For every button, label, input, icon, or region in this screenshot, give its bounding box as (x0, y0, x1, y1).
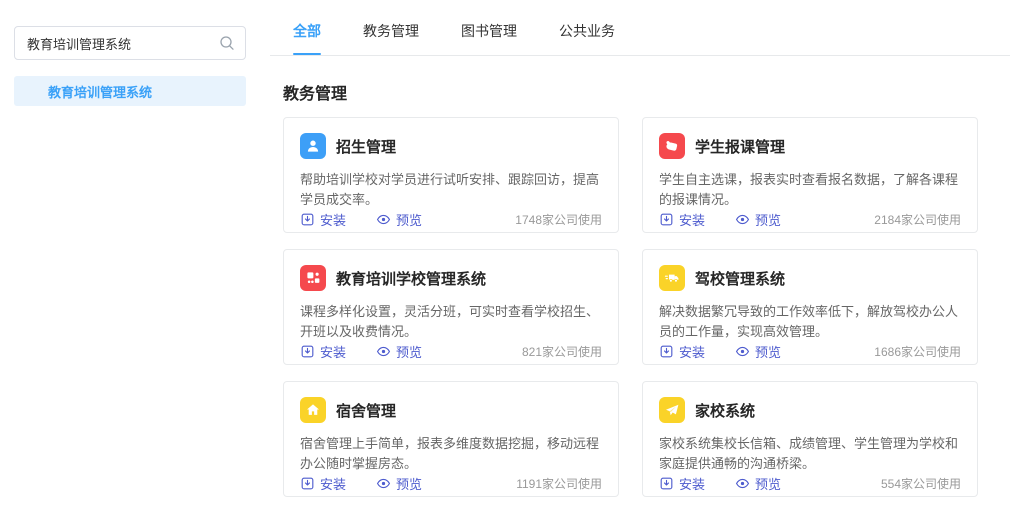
install-icon (300, 344, 315, 359)
card-header: 宿舍管理 (300, 397, 602, 423)
tab-all[interactable]: 全部 (293, 21, 321, 55)
card-footer: 安装 预览 554家公司使用 (659, 474, 961, 493)
search-input[interactable] (27, 36, 219, 51)
tab-jiaowu[interactable]: 教务管理 (363, 21, 419, 55)
app-card-grid: 招生管理 帮助培训学校对学员进行试听安排、跟踪回访，提高学员成交率。 安装 预览… (283, 117, 995, 497)
install-icon (659, 212, 674, 227)
card-title: 教育培训学校管理系统 (336, 268, 486, 289)
install-icon (300, 476, 315, 491)
usage-count: 554家公司使用 (881, 475, 961, 492)
install-button[interactable]: 安装 (659, 210, 705, 229)
search-box[interactable] (14, 26, 246, 60)
install-button[interactable]: 安装 (659, 474, 705, 493)
card-footer: 安装 预览 1191家公司使用 (300, 474, 602, 493)
preview-button[interactable]: 预览 (735, 474, 781, 493)
eye-icon (376, 344, 391, 359)
card-description: 学生自主选课，报表实时查看报名数据，了解各课程的报课情况。 (659, 170, 961, 210)
card-footer: 安装 预览 1686家公司使用 (659, 342, 961, 361)
home-icon (300, 397, 326, 423)
preview-button[interactable]: 预览 (735, 210, 781, 229)
card-header: 招生管理 (300, 133, 602, 159)
usage-count: 1748家公司使用 (515, 211, 602, 228)
usage-count: 1686家公司使用 (874, 343, 961, 360)
install-button[interactable]: 安装 (300, 342, 346, 361)
category-tabs: 全部 教务管理 图书管理 公共业务 (270, 0, 1010, 56)
card-description: 解决数据繁冗导致的工作效率低下，解放驾校办公人员的工作量，实现高效管理。 (659, 302, 961, 342)
preview-button[interactable]: 预览 (376, 210, 422, 229)
card-footer: 安装 预览 1748家公司使用 (300, 210, 602, 229)
app-card[interactable]: 学生报课管理 学生自主选课，报表实时查看报名数据，了解各课程的报课情况。 安装 … (642, 117, 978, 233)
eye-icon (376, 212, 391, 227)
card-header: 教育培训学校管理系统 (300, 265, 602, 291)
card-footer: 安装 预览 2184家公司使用 (659, 210, 961, 229)
card-header: 家校系统 (659, 397, 961, 423)
card-description: 帮助培训学校对学员进行试听安排、跟踪回访，提高学员成交率。 (300, 170, 602, 210)
app-card[interactable]: 招生管理 帮助培训学校对学员进行试听安排、跟踪回访，提高学员成交率。 安装 预览… (283, 117, 619, 233)
tab-library[interactable]: 图书管理 (461, 21, 517, 55)
card-header: 驾校管理系统 (659, 265, 961, 291)
app-card[interactable]: 宿舍管理 宿舍管理上手简单，报表多维度数据挖掘，移动远程办公随时掌握房态。 安装… (283, 381, 619, 497)
sidebar: 教育培训管理系统 (0, 0, 262, 528)
app-card[interactable]: 驾校管理系统 解决数据繁冗导致的工作效率低下，解放驾校办公人员的工作量，实现高效… (642, 249, 978, 365)
search-icon[interactable] (219, 35, 235, 51)
user-icon (300, 133, 326, 159)
eye-icon (735, 476, 750, 491)
install-icon (659, 344, 674, 359)
eye-icon (376, 476, 391, 491)
card-title: 招生管理 (336, 136, 396, 157)
card-description: 课程多样化设置，灵活分班，可实时查看学校招生、开班以及收费情况。 (300, 302, 602, 342)
usage-count: 1191家公司使用 (516, 475, 602, 492)
install-button[interactable]: 安装 (659, 342, 705, 361)
app-card[interactable]: 家校系统 家校系统集校长信箱、成绩管理、学生管理为学校和家庭提供通畅的沟通桥梁。… (642, 381, 978, 497)
card-title: 驾校管理系统 (695, 268, 785, 289)
card-title: 宿舍管理 (336, 400, 396, 421)
usage-count: 2184家公司使用 (874, 211, 961, 228)
tab-public[interactable]: 公共业务 (559, 21, 615, 55)
app-card[interactable]: 教育培训学校管理系统 课程多样化设置，灵活分班，可实时查看学校招生、开班以及收费… (283, 249, 619, 365)
truck-icon (659, 265, 685, 291)
usage-count: 821家公司使用 (522, 343, 602, 360)
card-title: 家校系统 (695, 400, 755, 421)
card-header: 学生报课管理 (659, 133, 961, 159)
card-description: 宿舍管理上手简单，报表多维度数据挖掘，移动远程办公随时掌握房态。 (300, 434, 602, 474)
main-content: 全部 教务管理 图书管理 公共业务 教务管理 招生管理 帮助培训学校对学员进行试… (270, 0, 1010, 528)
blocks-icon (300, 265, 326, 291)
hand-icon (659, 133, 685, 159)
eye-icon (735, 212, 750, 227)
install-button[interactable]: 安装 (300, 474, 346, 493)
install-icon (300, 212, 315, 227)
section-title: 教务管理 (283, 80, 1010, 104)
install-icon (659, 476, 674, 491)
card-description: 家校系统集校长信箱、成绩管理、学生管理为学校和家庭提供通畅的沟通桥梁。 (659, 434, 961, 474)
preview-button[interactable]: 预览 (735, 342, 781, 361)
preview-button[interactable]: 预览 (376, 474, 422, 493)
install-button[interactable]: 安装 (300, 210, 346, 229)
sidebar-item-edu-training-system[interactable]: 教育培训管理系统 (14, 76, 246, 106)
paper-plane-icon (659, 397, 685, 423)
preview-button[interactable]: 预览 (376, 342, 422, 361)
eye-icon (735, 344, 750, 359)
card-footer: 安装 预览 821家公司使用 (300, 342, 602, 361)
card-title: 学生报课管理 (695, 136, 785, 157)
